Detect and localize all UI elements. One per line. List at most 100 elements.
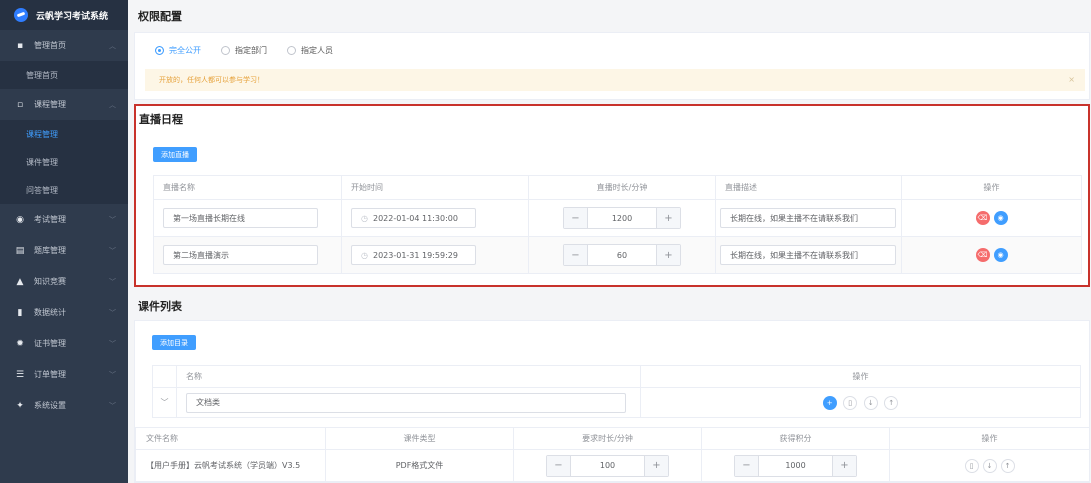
sidebar-subitem[interactable]: 问答管理 bbox=[0, 176, 128, 204]
increase-button[interactable]: + bbox=[832, 455, 856, 476]
decrease-button[interactable]: − bbox=[564, 208, 588, 228]
delete-icon[interactable]: ⌫ bbox=[975, 211, 990, 225]
exam-icon: ◉ bbox=[16, 214, 24, 225]
sidebar-item-label: 课程管理 bbox=[34, 100, 66, 109]
permission-panel: 完全公开 指定部门 指定人员 开放的，任何人都可以参与学习！ × bbox=[134, 32, 1090, 100]
sidebar-item-label: 知识竞赛 bbox=[34, 277, 66, 286]
bank-icon: ▤ bbox=[15, 245, 25, 256]
sidebar-menu: ▪ 管理首页 ︿ 管理首页 ▫ 课程管理 ︿ 课程管理 课件管理 问答管理 ◉ 考试管理 ﹀ ▤ 题库管理 ﹀… bbox=[0, 30, 128, 421]
points-stepper: −1000 + bbox=[734, 454, 857, 477]
courseware-title: 课件列表 bbox=[138, 300, 182, 313]
radio-public[interactable]: 完全公开 bbox=[155, 45, 201, 56]
live-col-header: 开始时间 bbox=[341, 175, 529, 200]
sidebar-item-label: 订单管理 bbox=[34, 370, 66, 379]
add-live-button[interactable]: 添加直播 bbox=[153, 147, 197, 162]
start-time-picker[interactable]: ◷ 2022-01-04 11:30:00 bbox=[351, 208, 476, 228]
sidebar-item-1[interactable]: ▫ 课程管理 ︿ bbox=[0, 89, 128, 120]
sidebar-subitem[interactable]: 课件管理 bbox=[0, 148, 128, 176]
chevron-icon: ﹀ bbox=[109, 340, 116, 348]
live-schedule-panel: 直播日程 添加直播 直播名称 开始时间 直播时长/分钟 直播描述 操作 第一场直播长期在… bbox=[134, 104, 1090, 287]
sidebar-item-0[interactable]: ▪ 管理首页 ︿ bbox=[0, 30, 128, 61]
increase-button[interactable]: + bbox=[656, 245, 680, 265]
live-row: 第二场直播演示 ◷ 2023-01-31 19:59:29 −60 + 长期在线，如果主播… bbox=[153, 236, 1082, 274]
sidebar-item-6[interactable]: ✹ 证书管理 ﹀ bbox=[0, 328, 128, 359]
dir-col-name: 名称 bbox=[176, 365, 641, 388]
sidebar-item-label: 系统设置 bbox=[34, 401, 66, 410]
move-up-icon[interactable]: ↑ bbox=[884, 395, 899, 410]
file-col-header: 文件名称 bbox=[135, 427, 326, 450]
directory-name-input[interactable]: 文档类 bbox=[186, 392, 626, 413]
view-icon[interactable]: ◉ bbox=[993, 211, 1008, 225]
app-title: 云帆学习考试系统 bbox=[36, 11, 109, 22]
duration-value[interactable]: 60 bbox=[588, 251, 656, 260]
sidebar-item-5[interactable]: ▮ 数据统计 ﹀ bbox=[0, 297, 128, 328]
chevron-down-icon[interactable]: ﹀ bbox=[152, 387, 177, 418]
add-directory-button[interactable]: 添加目录 bbox=[152, 335, 196, 350]
points-value[interactable]: 1000 bbox=[759, 461, 832, 470]
live-title: 直播日程 bbox=[139, 113, 183, 126]
app-logo[interactable]: 云帆学习考试系统 bbox=[0, 0, 128, 30]
radio-person[interactable]: 指定人员 bbox=[287, 45, 333, 56]
move-down-icon[interactable]: ↓ bbox=[982, 458, 997, 473]
radio-dot-icon bbox=[155, 46, 164, 55]
sidebar-item-label: 考试管理 bbox=[34, 215, 66, 224]
settings-icon: ✦ bbox=[16, 400, 24, 411]
live-row: 第一场直播长期在线 ◷ 2022-01-04 11:30:00 −1200 + 长期在线，… bbox=[153, 199, 1082, 237]
sidebar-subitem[interactable]: 课程管理 bbox=[0, 120, 128, 148]
chevron-icon: ︿ bbox=[109, 42, 116, 50]
delete-icon[interactable]: ⌫ bbox=[975, 248, 990, 262]
live-name-input[interactable]: 第一场直播长期在线 bbox=[163, 208, 318, 228]
sidebar-item-label: 题库管理 bbox=[34, 246, 66, 255]
move-up-icon[interactable]: ↑ bbox=[1000, 458, 1015, 473]
permission-title: 权限配置 bbox=[138, 10, 182, 23]
move-down-icon[interactable]: ↓ bbox=[863, 395, 878, 410]
live-col-header: 直播描述 bbox=[715, 175, 902, 200]
add-file-icon[interactable]: + bbox=[822, 395, 837, 410]
chart-icon: ▮ bbox=[17, 307, 23, 318]
directory-row: ﹀ 文档类 + ▯ ↓ ↑ bbox=[152, 387, 1081, 418]
notice-text: 开放的，任何人都可以参与学习！ bbox=[159, 76, 264, 84]
chevron-icon: ﹀ bbox=[109, 402, 116, 410]
increase-button[interactable]: + bbox=[644, 455, 668, 476]
view-icon[interactable]: ◉ bbox=[993, 248, 1008, 262]
open-notice: 开放的，任何人都可以参与学习！ × bbox=[145, 69, 1085, 91]
sidebar-subitem[interactable]: 管理首页 bbox=[0, 61, 128, 89]
live-table: 直播名称 开始时间 直播时长/分钟 直播描述 操作 第一场直播长期在线 ◷ 2022-01-… bbox=[153, 175, 1082, 274]
logo-icon bbox=[14, 8, 28, 22]
clock-icon: ◷ bbox=[361, 213, 368, 223]
chevron-icon: ﹀ bbox=[109, 309, 116, 317]
live-name-input[interactable]: 第二场直播演示 bbox=[163, 245, 318, 265]
dir-col-blank bbox=[152, 365, 177, 388]
chevron-icon: ﹀ bbox=[109, 247, 116, 255]
sidebar-item-7[interactable]: ☰ 订单管理 ﹀ bbox=[0, 359, 128, 390]
sidebar-item-4[interactable]: ▲ 知识竞赛 ﹀ bbox=[0, 266, 128, 297]
contest-icon: ▲ bbox=[16, 276, 24, 287]
radio-department[interactable]: 指定部门 bbox=[221, 45, 267, 56]
trash-icon[interactable]: ▯ bbox=[843, 395, 858, 410]
file-table: 文件名称 课件类型 要求时长/分钟 获得积分 操作 【用户手册】云帆考试系统（学员端）V… bbox=[135, 427, 1090, 482]
sidebar-item-2[interactable]: ◉ 考试管理 ﹀ bbox=[0, 204, 128, 235]
live-description-input[interactable]: 长期在线，如果主播不在请联系我们 bbox=[720, 245, 896, 265]
chevron-icon: ﹀ bbox=[109, 371, 116, 379]
decrease-button[interactable]: − bbox=[547, 455, 571, 476]
start-time-picker[interactable]: ◷ 2023-01-31 19:59:29 bbox=[351, 245, 476, 265]
increase-button[interactable]: + bbox=[656, 208, 680, 228]
file-row: 【用户手册】云帆考试系统（学员端）V3.5 PDF格式文件 −100 + −1000 + ▯… bbox=[135, 449, 1090, 482]
duration-value[interactable]: 1200 bbox=[588, 214, 656, 223]
live-description-input[interactable]: 长期在线，如果主播不在请联系我们 bbox=[720, 208, 896, 228]
file-col-header: 操作 bbox=[889, 427, 1090, 450]
decrease-button[interactable]: − bbox=[564, 245, 588, 265]
grid-icon: ▪ bbox=[16, 40, 24, 51]
required-duration-stepper: −100 + bbox=[546, 454, 669, 477]
sidebar-item-8[interactable]: ✦ 系统设置 ﹀ bbox=[0, 390, 128, 421]
decrease-button[interactable]: − bbox=[735, 455, 759, 476]
required-duration-value[interactable]: 100 bbox=[571, 461, 644, 470]
file-col-header: 获得积分 bbox=[701, 427, 890, 450]
trash-icon[interactable]: ▯ bbox=[964, 458, 979, 473]
sidebar-item-3[interactable]: ▤ 题库管理 ﹀ bbox=[0, 235, 128, 266]
directory-table: 名称 操作 ﹀ 文档类 + ▯ ↓ ↑ bbox=[152, 365, 1081, 418]
close-icon[interactable]: × bbox=[1068, 75, 1075, 84]
live-col-header: 直播时长/分钟 bbox=[528, 175, 716, 200]
main-content: 权限配置 完全公开 指定部门 指定人员 开放的，任何人都可以参与学习！ × 直播… bbox=[128, 0, 1091, 483]
live-col-header: 操作 bbox=[901, 175, 1082, 200]
